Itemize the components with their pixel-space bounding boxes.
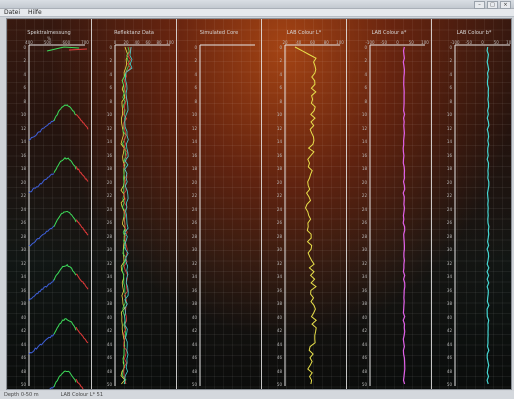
maximize-button[interactable]: □: [487, 1, 498, 9]
spectrum-curve: [75, 326, 89, 344]
spectrum-curve: [53, 370, 77, 388]
spectrum-curve: [53, 104, 77, 122]
spectrum-curve: [68, 48, 88, 51]
minimize-button[interactable]: –: [474, 1, 485, 9]
core-log-canvas: Spektralmessung 400 500 600 700% 0 2 4 6 8 10 12 14 1…: [6, 18, 512, 390]
window-titlebar: – □ ×: [0, 0, 514, 9]
spectrum-curve: [28, 333, 55, 355]
menu-item-help[interactable]: Hilfe: [28, 9, 42, 16]
spectrum-curve: [49, 385, 55, 389]
spectrum-curve: [28, 279, 55, 301]
window-controls: – □ ×: [474, 1, 511, 9]
spectrum-curve: [75, 378, 84, 389]
status-left: Depth 0-50 m: [4, 392, 39, 398]
menu-item-file[interactable]: Datei: [4, 9, 20, 16]
menu-bar: Datei Hilfe: [0, 9, 514, 17]
lightness-trace: [294, 46, 317, 385]
status-right: LAB Colour L* 51: [60, 392, 104, 398]
spectrum-curve: [53, 263, 77, 281]
spectrum-curve: [28, 119, 55, 141]
a-star-trace: [402, 46, 406, 385]
spectrum-curve: [28, 173, 55, 194]
close-button[interactable]: ×: [500, 1, 511, 9]
spectrum-curve: [28, 225, 55, 247]
b-star-trace: [486, 46, 490, 385]
spectrum-curve: [53, 318, 77, 335]
spectrum-curve: [46, 46, 80, 52]
spectrum-curve: [75, 219, 89, 236]
spectrum-curve: [53, 210, 77, 227]
spectrum-curve: [76, 273, 89, 290]
status-bar: Depth 0-50 m LAB Colour L* 51: [0, 391, 514, 399]
spectrum-curve: [75, 166, 89, 182]
spectrum-curve: [53, 157, 77, 173]
log-curves: [28, 44, 510, 389]
spectrum-curve: [75, 113, 89, 130]
